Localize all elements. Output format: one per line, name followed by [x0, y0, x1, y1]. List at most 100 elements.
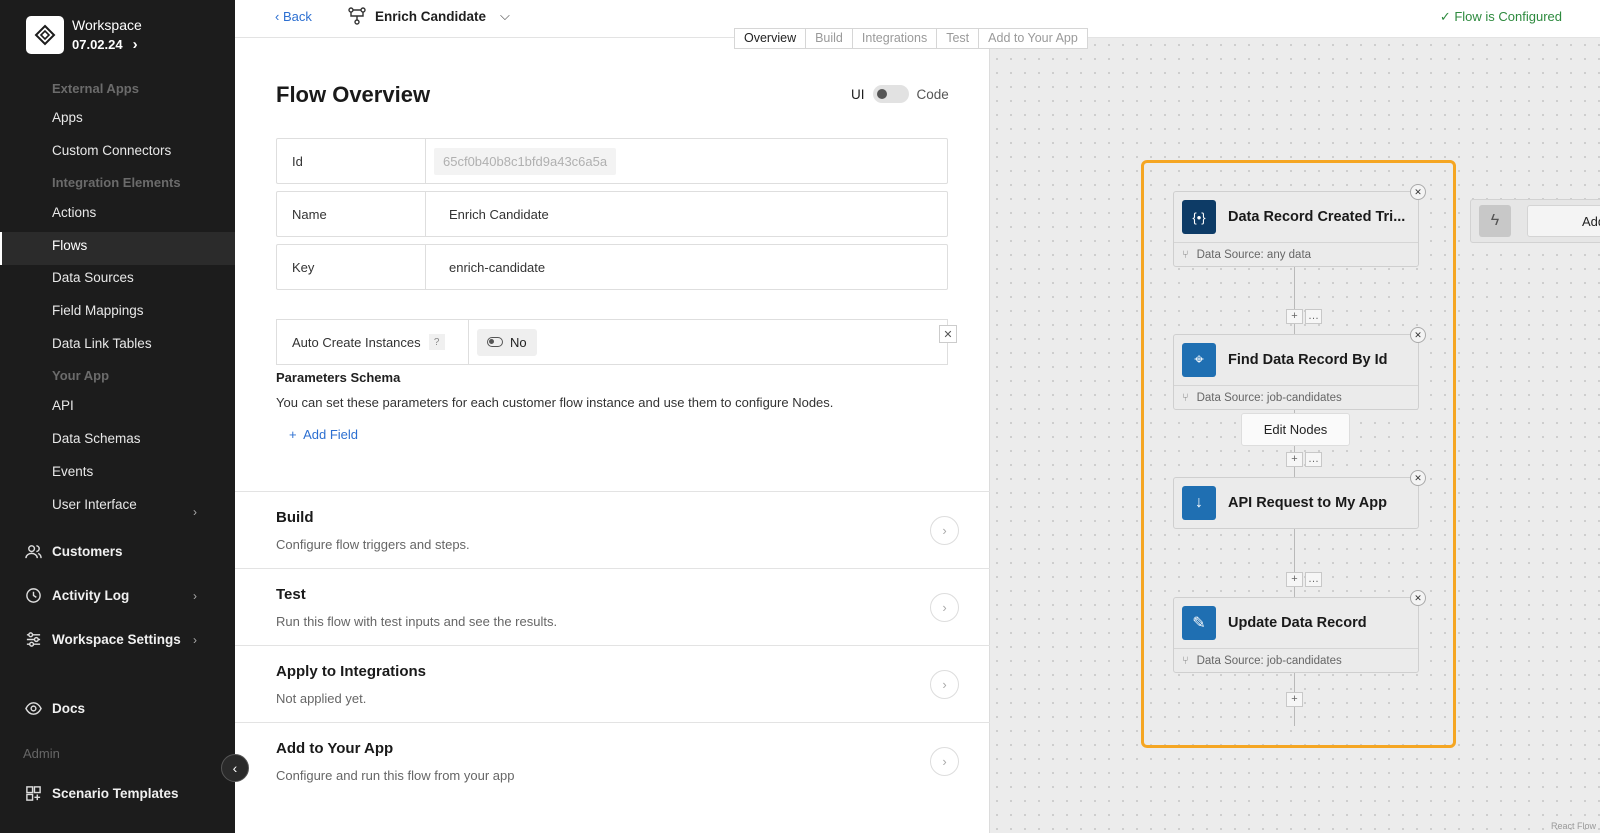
- more-icon[interactable]: …: [1305, 572, 1322, 587]
- add-node-controls[interactable]: +…: [1286, 572, 1322, 587]
- sidebar-collapse-button[interactable]: ‹: [221, 754, 249, 782]
- sidebar-item-events[interactable]: Events: [52, 464, 93, 479]
- section-add-to-your-app[interactable]: Add to Your App Configure and run this f…: [235, 722, 990, 799]
- section-desc: Configure flow triggers and steps.: [276, 537, 470, 552]
- sliders-icon: [24, 630, 42, 648]
- tab-build[interactable]: Build: [806, 29, 853, 48]
- trigger-icon: {•}: [1182, 200, 1216, 234]
- close-icon[interactable]: ✕: [1410, 590, 1426, 606]
- check-icon: ✓: [1439, 9, 1451, 24]
- sidebar-item-scenario-templates[interactable]: Scenario Templates: [24, 784, 179, 802]
- flow-canvas[interactable]: {•} Data Record Created Tri... ⑂ Data Sour…: [990, 38, 1600, 833]
- side-flow-node[interactable]: ϟ Add: [1470, 199, 1600, 243]
- sidebar-item-data-schemas[interactable]: Data Schemas: [52, 431, 141, 446]
- sidebar-item-activity-log[interactable]: Activity Log: [24, 586, 129, 604]
- section-test[interactable]: Test Run this flow with test inputs and …: [235, 568, 990, 645]
- page-title: Flow Overview: [276, 82, 431, 107]
- eye-icon: [24, 699, 42, 717]
- ui-code-toggle[interactable]: UI Code: [851, 85, 949, 103]
- arrow-down-icon: ↓: [1182, 486, 1216, 520]
- section-title: Apply to Integrations: [276, 663, 426, 680]
- sidebar-item-user-interface[interactable]: User Interface: [52, 497, 137, 512]
- node-footer: Data Source: job-candidates: [1196, 391, 1342, 404]
- chevron-right-icon[interactable]: ›: [930, 593, 959, 622]
- name-input[interactable]: Enrich Candidate: [426, 207, 549, 222]
- sidebar-item-field-mappings[interactable]: Field Mappings: [52, 303, 144, 318]
- flow-node-trigger[interactable]: {•} Data Record Created Tri... ⑂ Data Sour…: [1173, 184, 1426, 267]
- react-flow-attribution[interactable]: React Flow: [1551, 821, 1596, 831]
- sidebar-item-workspace-settings[interactable]: Workspace Settings: [24, 630, 181, 648]
- sidebar-item-data-link-tables[interactable]: Data Link Tables: [52, 336, 152, 351]
- tab-integrations[interactable]: Integrations: [853, 29, 938, 48]
- sidebar-item-flows[interactable]: Flows: [52, 238, 87, 253]
- edit-icon: ✎: [1182, 606, 1216, 640]
- chevron-right-icon[interactable]: ›: [186, 503, 204, 521]
- data-source-icon: ⑂: [1182, 391, 1189, 404]
- chevron-right-icon[interactable]: ›: [186, 631, 204, 649]
- add-node-controls[interactable]: +…: [1286, 452, 1322, 467]
- clear-button[interactable]: ✕: [939, 325, 957, 343]
- help-icon[interactable]: ?: [428, 334, 445, 350]
- chevron-right-icon: ›: [132, 36, 138, 53]
- key-input[interactable]: enrich-candidate: [426, 260, 545, 275]
- sidebar-item-api[interactable]: API: [52, 398, 74, 413]
- chevron-right-icon[interactable]: ›: [930, 516, 959, 545]
- plus-icon[interactable]: +: [1286, 572, 1303, 587]
- node-title: API Request to My App: [1228, 495, 1387, 511]
- toggle-code-label: Code: [916, 86, 949, 102]
- sidebar-item-custom-connectors[interactable]: Custom Connectors: [52, 143, 171, 158]
- toggle-switch[interactable]: [872, 85, 909, 103]
- flow-node-find-record[interactable]: ⌖ Find Data Record By Id ⑂ Data Source: jo…: [1173, 327, 1426, 410]
- flow-selector[interactable]: Enrich Candidate ⌵: [347, 6, 510, 26]
- edit-nodes-button[interactable]: Edit Nodes: [1241, 413, 1350, 446]
- sidebar: Workspace 07.02.24 › External Apps Apps C…: [0, 0, 235, 833]
- chevron-right-icon[interactable]: ›: [186, 587, 204, 605]
- name-field[interactable]: Name Enrich Candidate: [276, 191, 948, 237]
- back-link[interactable]: ‹ Back: [275, 9, 312, 24]
- section-build[interactable]: Build Configure flow triggers and steps.…: [235, 491, 990, 568]
- sidebar-item-docs[interactable]: Docs: [24, 699, 85, 717]
- id-label: Id: [277, 139, 426, 183]
- plus-icon: +: [289, 427, 297, 442]
- tab-test[interactable]: Test: [937, 29, 980, 48]
- add-node-controls[interactable]: +: [1286, 692, 1303, 707]
- chevron-right-icon[interactable]: ›: [930, 747, 959, 776]
- add-button[interactable]: Add: [1527, 205, 1600, 237]
- chevron-right-icon[interactable]: ›: [930, 670, 959, 699]
- add-field-button[interactable]: + Add Field: [289, 427, 358, 442]
- flow-node-update-record[interactable]: ✎ Update Data Record ⑂ Data Source: job-ca…: [1173, 590, 1426, 673]
- sidebar-item-apps[interactable]: Apps: [52, 110, 83, 125]
- toggle-ui-label: UI: [851, 86, 865, 102]
- node-title: Update Data Record: [1228, 615, 1367, 631]
- sidebar-item-customers[interactable]: Customers: [24, 542, 123, 560]
- more-icon[interactable]: …: [1305, 452, 1322, 467]
- sidebar-item-data-sources[interactable]: Data Sources: [52, 270, 134, 285]
- close-icon[interactable]: ✕: [1410, 470, 1426, 486]
- auto-create-value: No: [510, 334, 527, 350]
- tab-add-to-your-app[interactable]: Add to Your App: [979, 29, 1087, 48]
- flow-icon: [347, 6, 367, 26]
- tab-overview[interactable]: Overview: [735, 29, 807, 48]
- flow-node-api-request[interactable]: ↓ API Request to My App ✕: [1173, 470, 1426, 529]
- plus-icon[interactable]: +: [1286, 452, 1303, 467]
- more-icon[interactable]: …: [1305, 309, 1322, 324]
- add-node-controls[interactable]: +…: [1286, 309, 1322, 324]
- close-icon[interactable]: ✕: [1410, 184, 1426, 200]
- key-label: Key: [277, 245, 426, 289]
- sidebar-item-label: Scenario Templates: [52, 785, 179, 801]
- sidebar-item-label: Activity Log: [52, 587, 130, 603]
- close-icon[interactable]: ✕: [1410, 327, 1426, 343]
- auto-create-toggle[interactable]: No: [477, 328, 537, 356]
- sidebar-item-actions[interactable]: Actions: [52, 205, 96, 220]
- section-apply-to-integrations[interactable]: Apply to Integrations Not applied yet. ›: [235, 645, 990, 722]
- plus-icon[interactable]: +: [1286, 692, 1303, 707]
- key-field[interactable]: Key enrich-candidate: [276, 244, 948, 290]
- data-source-icon: ⑂: [1182, 654, 1189, 667]
- chevron-down-icon: ⌵: [500, 8, 510, 23]
- plus-icon[interactable]: +: [1286, 309, 1303, 324]
- section-title: Test: [276, 586, 306, 603]
- flow-status-text: Flow is Configured: [1454, 9, 1562, 24]
- workspace-switcher[interactable]: Workspace 07.02.24 ›: [26, 16, 142, 54]
- node-footer: Data Source: any data: [1196, 248, 1312, 261]
- name-label: Name: [277, 192, 426, 236]
